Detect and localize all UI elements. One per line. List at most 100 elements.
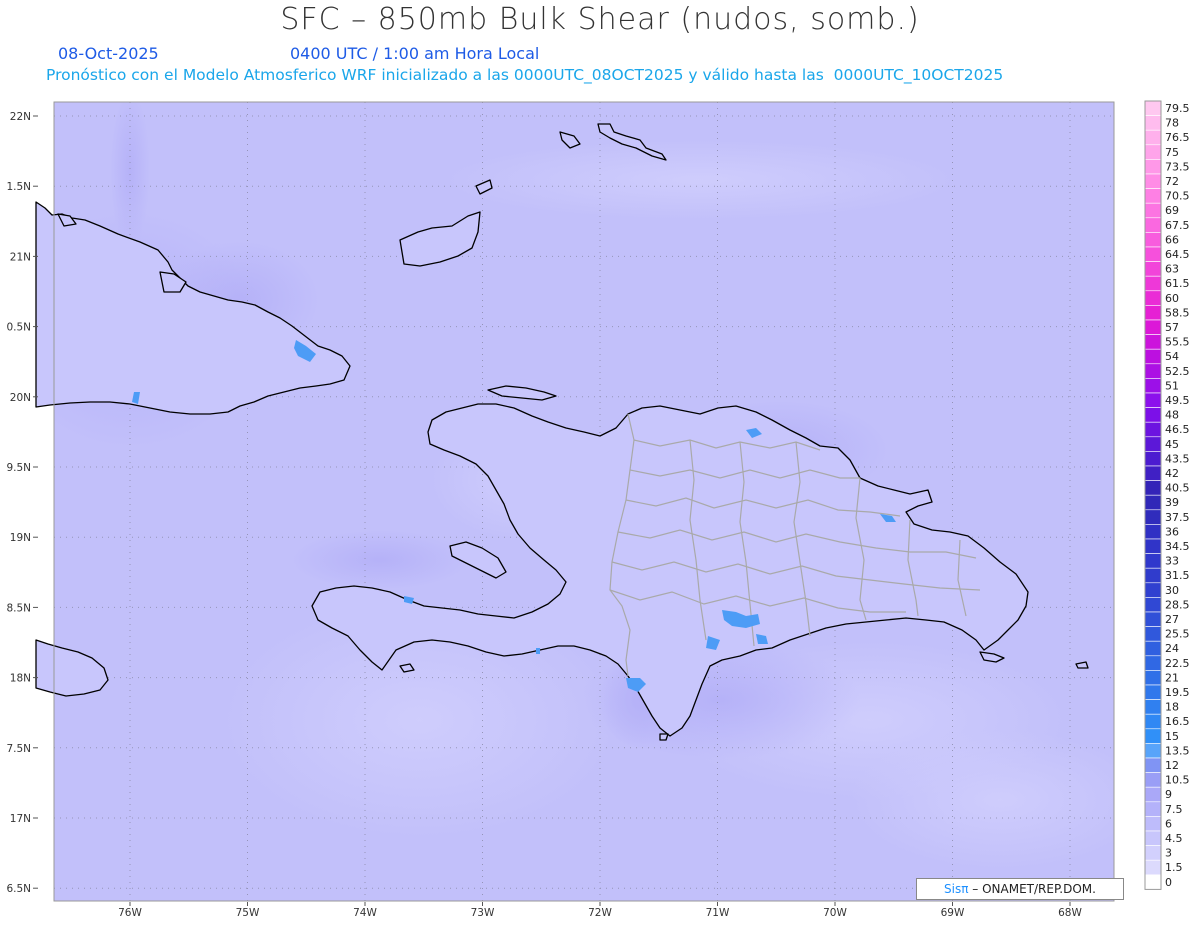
colorbar-label: 76.5 (1165, 131, 1190, 144)
lat-label: 19N (10, 532, 31, 544)
colorbar-swatch (1144, 713, 1162, 730)
colorbar-label: 73.5 (1165, 160, 1190, 173)
colorbar-label: 78 (1165, 117, 1179, 130)
colorbar-label: 51 (1165, 379, 1179, 392)
colorbar-label: 52.5 (1165, 365, 1190, 378)
shear-map: 22N 1.5N 21N 0.5N 20N 9.5N 19N 8.5N 18N 7.5N 17N 6.… (6, 100, 1190, 919)
colorbar-swatch (1144, 173, 1162, 189)
lat-label: 6.5N (6, 883, 31, 895)
lon-label: 76W (118, 907, 142, 919)
colorbar-swatch (1144, 436, 1162, 452)
colorbar-label: 67.5 (1165, 219, 1190, 232)
colorbar-swatch (1144, 640, 1162, 657)
colorbar-swatch (1144, 582, 1162, 598)
colorbar-label: 63 (1165, 263, 1179, 276)
colorbar-swatch (1144, 232, 1162, 248)
colorbar-swatch (1144, 655, 1162, 671)
colorbar-label: 30 (1165, 584, 1179, 597)
colorbar-label: 22.5 (1165, 657, 1190, 670)
colorbar-swatch (1144, 830, 1162, 846)
colorbar-label: 48 (1165, 409, 1179, 422)
colorbar-swatch (1144, 261, 1162, 277)
colorbar-swatch (1144, 348, 1162, 365)
colorbar-label: 58.5 (1165, 306, 1190, 319)
colorbar-swatch (1144, 115, 1162, 131)
colorbar-label: 13.5 (1165, 744, 1190, 757)
colorbar-label: 1.5 (1165, 861, 1183, 874)
colorbar-swatch (1144, 480, 1162, 496)
colorbar-label: 4.5 (1165, 832, 1183, 845)
lon-label: 74W (353, 907, 377, 919)
colorbar-label: 31.5 (1165, 569, 1190, 582)
lat-label: 0.5N (6, 322, 31, 334)
colorbar-label: 49.5 (1165, 394, 1190, 407)
credit-box: Sisπ – ONAMET/REP.DOM. (916, 878, 1124, 900)
colorbar-swatch (1144, 319, 1162, 335)
colorbar-label: 10.5 (1165, 774, 1190, 787)
colorbar-label: 33 (1165, 555, 1179, 568)
colorbar-swatch (1144, 465, 1162, 481)
colorbar-swatch (1144, 786, 1162, 803)
colorbar-swatch (1144, 538, 1162, 554)
colorbar-swatch (1144, 816, 1162, 832)
colorbar-swatch (1144, 494, 1162, 511)
colorbar-swatch (1144, 859, 1162, 876)
colorbar-label: 12 (1165, 759, 1179, 772)
colorbar-label: 39 (1165, 496, 1179, 509)
colorbar-swatch (1144, 159, 1162, 175)
colorbar-label: 66 (1165, 233, 1179, 246)
lat-label: 18N (10, 673, 31, 685)
colorbar-swatch (1144, 202, 1162, 219)
colorbar-label: 34.5 (1165, 540, 1190, 553)
colorbar-swatch (1144, 246, 1162, 262)
colorbar-label: 42 (1165, 467, 1179, 480)
colorbar-swatch (1144, 407, 1162, 423)
colorbar-swatch (1144, 451, 1162, 467)
colorbar-swatch (1144, 874, 1162, 890)
lat-label: 1.5N (6, 181, 31, 193)
colorbar-label: 15 (1165, 730, 1179, 743)
beata-island (659, 733, 669, 741)
colorbar-swatch (1144, 611, 1162, 627)
colorbar-label: 54 (1165, 350, 1179, 363)
colorbar-swatch (1144, 392, 1162, 408)
colorbar-label: 18 (1165, 701, 1179, 714)
colorbar-label: 64.5 (1165, 248, 1190, 261)
colorbar-label: 0 (1165, 876, 1172, 889)
colorbar-label: 43.5 (1165, 452, 1190, 465)
colorbar-swatch (1144, 363, 1162, 379)
colorbar-label: 7.5 (1165, 803, 1183, 816)
colorbar-label: 61.5 (1165, 277, 1190, 290)
colorbar-label: 79.5 (1165, 102, 1190, 115)
colorbar-label: 25.5 (1165, 628, 1190, 641)
lon-label: 72W (588, 907, 612, 919)
colorbar-label: 16.5 (1165, 715, 1190, 728)
lon-label: 68W (1058, 907, 1082, 919)
lon-label: 73W (471, 907, 495, 919)
colorbar-swatch (1144, 670, 1162, 686)
colorbar-label: 6 (1165, 817, 1172, 830)
lon-label: 69W (941, 907, 965, 919)
colorbar-swatch (1144, 772, 1162, 788)
colorbar: 79.57876.57573.57270.56967.56664.56361.5… (1144, 100, 1190, 890)
lat-label: 8.5N (6, 602, 31, 614)
colorbar-swatch (1144, 524, 1162, 540)
colorbar-label: 72 (1165, 175, 1179, 188)
colorbar-swatch (1144, 845, 1162, 861)
colorbar-swatch (1144, 801, 1162, 817)
lat-label: 7.5N (6, 743, 31, 755)
lat-label: 21N (10, 251, 31, 263)
colorbar-label: 60 (1165, 292, 1179, 305)
colorbar-swatch (1144, 699, 1162, 715)
sispi-logo: Sisπ (944, 882, 969, 896)
colorbar-label: 9 (1165, 788, 1172, 801)
colorbar-swatch (1144, 553, 1162, 569)
colorbar-swatch (1144, 378, 1162, 394)
colorbar-label: 45 (1165, 438, 1179, 451)
colorbar-swatch (1144, 421, 1162, 438)
credit-text: – ONAMET/REP.DOM. (968, 882, 1096, 896)
colorbar-label: 27 (1165, 613, 1179, 626)
lon-label: 75W (236, 907, 260, 919)
colorbar-label: 69 (1165, 204, 1179, 217)
colorbar-label: 55.5 (1165, 336, 1190, 349)
